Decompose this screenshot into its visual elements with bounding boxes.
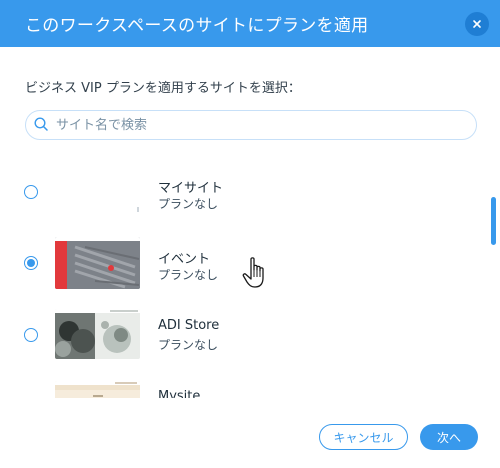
site-radio[interactable] [24, 328, 38, 342]
site-thumbnail [55, 163, 140, 213]
dialog-title: このワークスペースのサイトにプランを適用 [25, 16, 369, 36]
site-name: イベント [158, 252, 211, 267]
site-row-event[interactable]: イベント プランなし [0, 228, 480, 298]
search-input[interactable] [54, 116, 458, 134]
site-radio-selected[interactable] [24, 256, 38, 270]
site-name: マイサイト [158, 181, 224, 196]
list-scrollbar[interactable] [491, 197, 496, 245]
next-button[interactable]: 次へ [420, 424, 478, 450]
site-thumbnail [55, 309, 140, 359]
site-radio[interactable] [24, 185, 38, 199]
site-plan: プランなし [158, 338, 219, 352]
cancel-button[interactable]: キャンセル [319, 424, 408, 450]
site-row-mysite[interactable]: Mysite [0, 378, 480, 398]
apply-plan-dialog: このワークスペースのサイトにプランを適用 ビジネス VIP プランを適用するサイ… [0, 0, 500, 468]
site-thumbnail [55, 237, 140, 289]
close-icon [472, 19, 482, 29]
close-button[interactable] [465, 12, 489, 36]
dialog-subtitle: ビジネス VIP プランを適用するサイトを選択： [25, 81, 301, 96]
site-name: Mysite [158, 389, 201, 398]
search-icon [26, 116, 48, 135]
hand-pointer-icon [242, 256, 270, 294]
site-plan: プランなし [158, 197, 219, 211]
site-row-adi-store[interactable]: ADI Store プランなし [0, 306, 480, 376]
site-thumbnail [55, 381, 140, 398]
dialog-header: このワークスペースのサイトにプランを適用 [0, 0, 500, 47]
site-name: ADI Store [158, 318, 220, 333]
search-box[interactable] [25, 110, 477, 140]
site-row-mysite-jp[interactable]: マイサイト プランなし [0, 158, 480, 228]
site-plan: プランなし [158, 268, 219, 282]
